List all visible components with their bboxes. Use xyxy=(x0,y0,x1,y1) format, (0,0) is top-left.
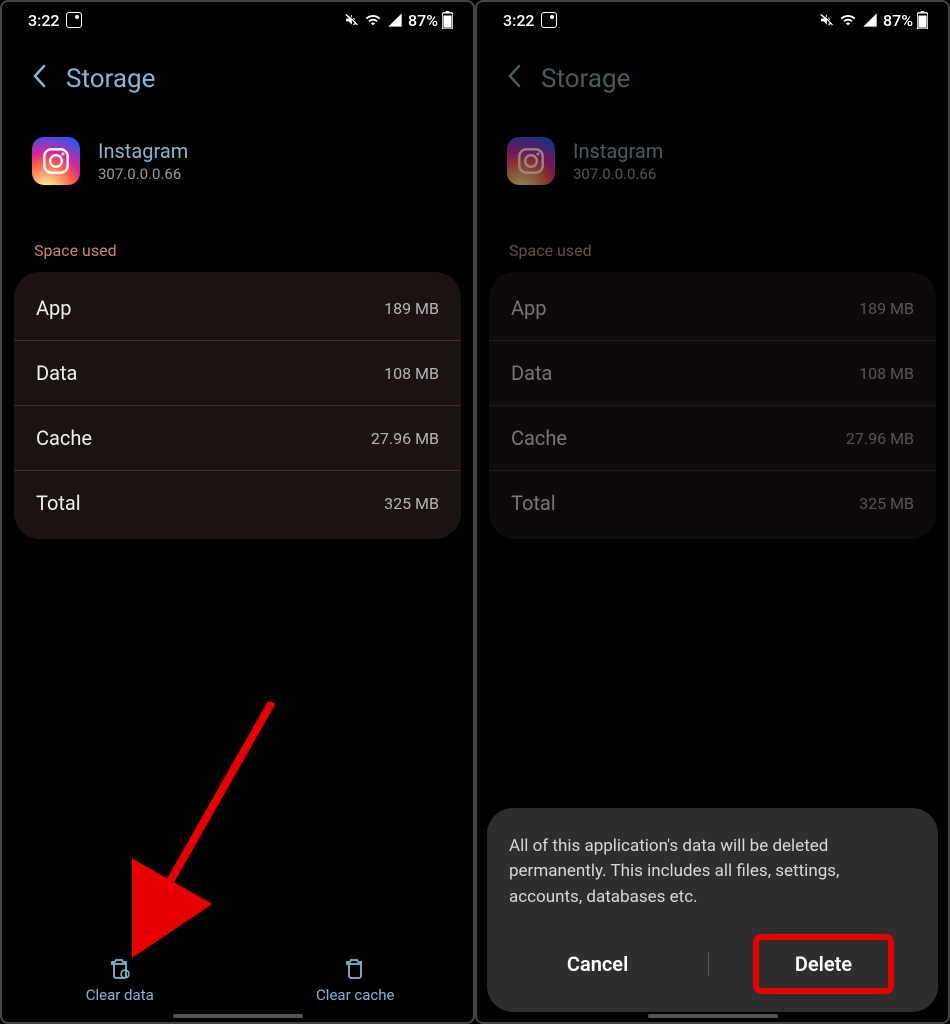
page-title: Storage xyxy=(66,64,155,94)
clear-data-icon xyxy=(108,956,132,980)
storage-row-total: Total 325 MB xyxy=(14,471,461,535)
storage-row-app: App 189 MB xyxy=(489,276,936,341)
signal-icon xyxy=(861,12,879,28)
delete-button[interactable]: Delete xyxy=(753,934,894,994)
back-button[interactable] xyxy=(507,62,521,95)
mute-icon xyxy=(819,12,835,28)
clear-cache-label: Clear cache xyxy=(316,986,394,1004)
instagram-icon xyxy=(507,137,555,185)
status-bar: 3:22 87% xyxy=(477,2,948,38)
back-button[interactable] xyxy=(32,62,46,95)
phone-right: 3:22 87% Storage Instagram 307.0.0.0.66 … xyxy=(475,0,950,1024)
battery-percent: 87% xyxy=(883,11,913,30)
storage-card: App 189 MB Data 108 MB Cache 27.96 MB To… xyxy=(14,272,461,539)
app-version: 307.0.0.0.66 xyxy=(98,165,188,183)
dialog-divider xyxy=(708,952,709,976)
wifi-icon xyxy=(839,12,857,28)
annotation-arrow xyxy=(132,702,312,962)
section-label: Space used xyxy=(2,205,473,272)
signal-icon xyxy=(386,12,404,28)
app-version: 307.0.0.0.66 xyxy=(573,165,663,183)
confirm-dialog: All of this application's data will be d… xyxy=(487,808,938,1013)
app-info-row: Instagram 307.0.0.0.66 xyxy=(2,119,473,205)
status-time: 3:22 xyxy=(28,11,60,30)
app-name: Instagram xyxy=(573,139,663,163)
battery-icon xyxy=(442,11,453,29)
clear-cache-icon xyxy=(343,956,367,980)
instagram-icon xyxy=(32,137,80,185)
wifi-icon xyxy=(364,12,382,28)
clear-data-label: Clear data xyxy=(86,986,154,1004)
app-info-row: Instagram 307.0.0.0.66 xyxy=(477,119,948,205)
screenshot-icon xyxy=(66,12,82,28)
page-title: Storage xyxy=(541,64,630,94)
dialog-message: All of this application's data will be d… xyxy=(509,834,916,911)
storage-row-cache: Cache 27.96 MB xyxy=(489,406,936,471)
nav-indicator xyxy=(173,1014,303,1018)
mute-icon xyxy=(344,12,360,28)
storage-row-app: App 189 MB xyxy=(14,276,461,341)
storage-row-data: Data 108 MB xyxy=(489,341,936,406)
page-header: Storage xyxy=(477,38,948,119)
status-bar: 3:22 87% xyxy=(2,2,473,38)
status-time: 3:22 xyxy=(503,11,535,30)
screenshot-icon xyxy=(541,12,557,28)
page-header: Storage xyxy=(2,38,473,119)
cancel-button[interactable]: Cancel xyxy=(531,940,664,988)
app-name: Instagram xyxy=(98,139,188,163)
clear-cache-button[interactable]: Clear cache xyxy=(238,956,474,1004)
section-label: Space used xyxy=(477,205,948,272)
storage-row-cache: Cache 27.96 MB xyxy=(14,406,461,471)
storage-card: App 189 MB Data 108 MB Cache 27.96 MB To… xyxy=(489,272,936,539)
battery-percent: 87% xyxy=(408,11,438,30)
clear-data-button[interactable]: Clear data xyxy=(2,956,238,1004)
nav-indicator xyxy=(648,1014,778,1018)
battery-icon xyxy=(917,11,928,29)
storage-row-total: Total 325 MB xyxy=(489,471,936,535)
storage-row-data: Data 108 MB xyxy=(14,341,461,406)
phone-left: 3:22 87% Storage Instagram 307.0.0.0.66 … xyxy=(0,0,475,1024)
